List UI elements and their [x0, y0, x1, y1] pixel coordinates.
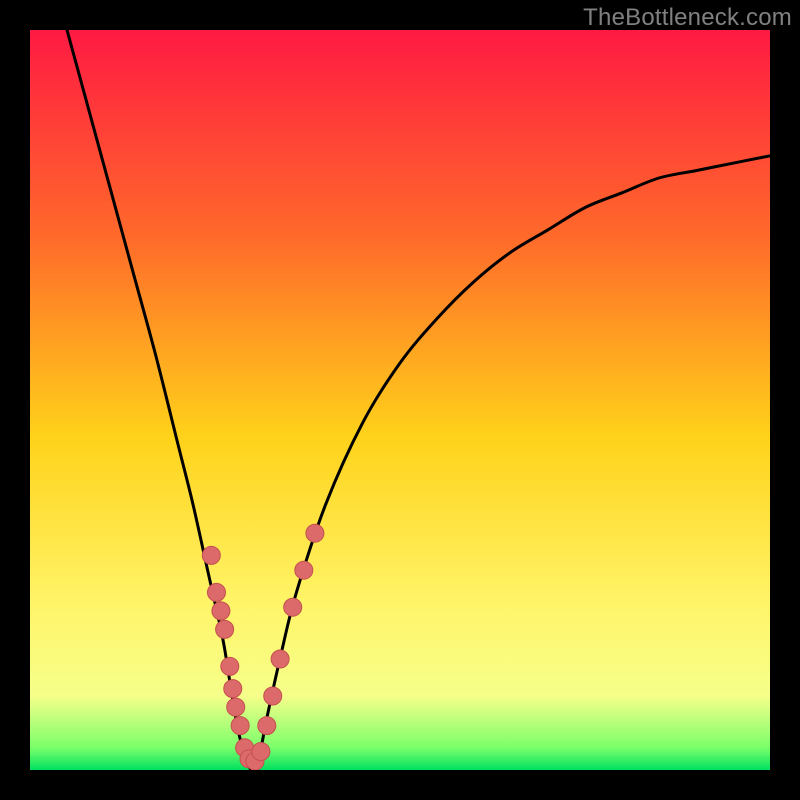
- data-point: [295, 561, 313, 579]
- data-point: [216, 620, 234, 638]
- data-point: [221, 657, 239, 675]
- data-point: [224, 680, 242, 698]
- bottleneck-chart: [30, 30, 770, 770]
- data-point: [306, 524, 324, 542]
- data-point: [271, 650, 289, 668]
- data-point: [252, 743, 270, 761]
- chart-frame: TheBottleneck.com: [0, 0, 800, 800]
- gradient-background: [30, 30, 770, 770]
- data-point: [227, 698, 245, 716]
- data-point: [207, 583, 225, 601]
- data-point: [284, 598, 302, 616]
- watermark-text: TheBottleneck.com: [583, 4, 792, 32]
- plot-area: [30, 30, 770, 770]
- data-point: [202, 546, 220, 564]
- data-point: [258, 717, 276, 735]
- data-point: [212, 602, 230, 620]
- data-point: [231, 717, 249, 735]
- data-point: [264, 687, 282, 705]
